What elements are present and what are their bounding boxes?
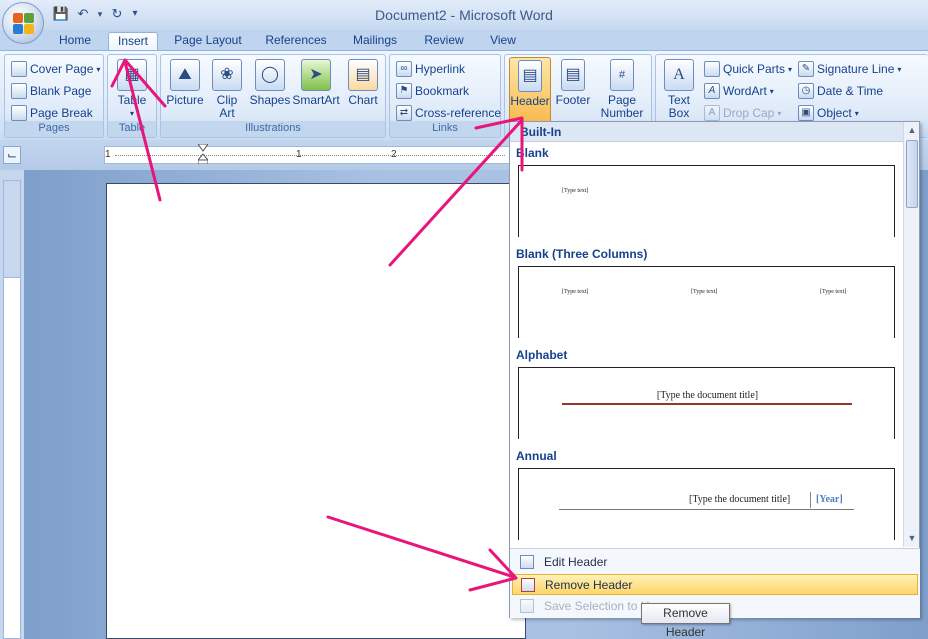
indent-marker-icon[interactable] <box>198 144 208 164</box>
links-group: ∞ Hyperlink ⚑ Bookmark ⇄ Cross-reference Li… <box>389 54 501 138</box>
shapes-button[interactable]: ◯ Shapes <box>249 57 291 125</box>
header-icon: ▤ <box>518 60 542 92</box>
office-logo-icon <box>13 13 35 35</box>
shapes-icon: ◯ <box>255 59 285 91</box>
tab-page-layout[interactable]: Page Layout <box>168 32 248 51</box>
scroll-down-icon[interactable]: ▼ <box>904 530 920 546</box>
blank-page-button[interactable]: Blank Page <box>11 81 91 101</box>
scroll-thumb[interactable] <box>906 140 918 208</box>
office-button[interactable] <box>2 2 44 44</box>
vertical-ruler-margin <box>3 180 21 278</box>
cover-page-icon <box>11 61 27 77</box>
tab-insert[interactable]: Insert <box>108 32 158 51</box>
page-number-button[interactable]: # Page Number <box>595 57 649 125</box>
object-button[interactable]: ▣ Object ▾ <box>798 103 859 123</box>
ruler-mark: 1 <box>105 149 111 160</box>
edit-header-icon <box>520 555 534 569</box>
remove-header-icon <box>521 578 535 592</box>
pages-group-label: Pages <box>5 121 103 136</box>
quick-parts-button[interactable]: Quick Parts ▾ <box>704 59 792 79</box>
drop-cap-button[interactable]: A Drop Cap ▾ <box>704 103 781 123</box>
smartart-icon: ➤ <box>301 59 331 91</box>
signature-line-button[interactable]: ✎ Signature Line ▾ <box>798 59 901 79</box>
hyperlink-icon: ∞ <box>396 61 412 77</box>
remove-header-menu-item[interactable]: Remove Header <box>512 574 918 595</box>
thumb-year: [Year] <box>816 494 843 505</box>
cover-page-button[interactable]: Cover Page ▾ <box>11 59 100 79</box>
gallery-scrollbar[interactable]: ▲ ▼ <box>903 122 919 547</box>
tab-view[interactable]: View <box>482 32 524 51</box>
cross-reference-button[interactable]: ⇄ Cross-reference <box>396 103 501 123</box>
picture-button[interactable]: ⛰ Picture <box>165 57 205 125</box>
thumb-rule <box>562 403 852 405</box>
table-button[interactable]: ▦ Table ▾ <box>111 57 153 125</box>
document-page[interactable] <box>106 183 526 639</box>
tab-review[interactable]: Review <box>416 32 472 51</box>
footer-icon: ▤ <box>561 59 585 91</box>
wordart-button[interactable]: A WordArt ▾ <box>704 81 774 101</box>
hyperlink-button[interactable]: ∞ Hyperlink <box>396 59 465 79</box>
page-break-icon <box>11 105 27 121</box>
window-title: Document2 - Microsoft Word <box>375 7 553 23</box>
signature-line-icon: ✎ <box>798 61 814 77</box>
text-box-button[interactable]: A Text Box <box>660 57 698 125</box>
header-option-blank[interactable]: [Type text] <box>518 165 895 237</box>
wordart-icon: A <box>704 83 720 99</box>
date-time-button[interactable]: ◷ Date & Time <box>798 81 883 101</box>
chart-icon: ▤ <box>348 59 378 91</box>
thumb-doc-title: [Type the document title] <box>689 494 791 505</box>
gallery-item-title: Blank (Three Columns) <box>516 247 648 261</box>
gallery-item-title: Blank <box>516 146 549 160</box>
scroll-up-icon[interactable]: ▲ <box>904 122 920 138</box>
tab-selector-icon[interactable]: ⌙ <box>3 146 21 164</box>
object-icon: ▣ <box>798 105 814 121</box>
tab-references[interactable]: References <box>258 32 334 51</box>
bookmark-button[interactable]: ⚑ Bookmark <box>396 81 469 101</box>
header-gallery: Built-In Blank [Type text] Blank (Three … <box>509 121 920 618</box>
links-group-label: Links <box>390 121 500 136</box>
tab-home[interactable]: Home <box>50 32 100 51</box>
horizontal-ruler[interactable]: 1 1 2 <box>104 146 510 164</box>
page-break-button[interactable]: Page Break <box>11 103 93 123</box>
date-time-icon: ◷ <box>798 83 814 99</box>
drop-cap-icon: A <box>704 105 720 121</box>
tables-group: ▦ Table ▾ Table <box>107 54 157 138</box>
tooltip: Remove Header <box>641 603 730 639</box>
gallery-section-header: Built-In <box>510 122 904 142</box>
thumb-rule <box>559 509 854 510</box>
smartart-button[interactable]: ➤ SmartArt <box>291 57 341 125</box>
chart-button[interactable]: ▤ Chart <box>343 57 383 125</box>
tables-group-label: Table <box>108 121 156 136</box>
thumb-doc-title: [Type the document title] <box>656 390 759 401</box>
header-option-alphabet[interactable]: [Type the document title] <box>518 367 895 439</box>
tab-mailings[interactable]: Mailings <box>344 32 406 51</box>
thumb-placeholder: [Type text] <box>562 289 589 295</box>
footer-button[interactable]: ▤ Footer <box>553 57 593 125</box>
header-option-annual[interactable]: [Type the document title] [Year] <box>518 468 895 540</box>
clip-art-icon: ❀ <box>212 59 242 91</box>
header-button[interactable]: ▤ Header <box>509 57 551 125</box>
ribbon-tabs: Home Insert Page Layout References Maili… <box>0 30 928 51</box>
save-selection-icon <box>520 599 534 613</box>
gallery-item-title: Alphabet <box>516 348 568 362</box>
blank-page-icon <box>11 83 27 99</box>
edit-header-menu-item[interactable]: Edit Header <box>512 552 918 573</box>
text-box-icon: A <box>664 59 694 91</box>
thumb-placeholder: [Type text] <box>691 289 718 295</box>
gallery-item-title: Annual <box>516 449 557 463</box>
thumb-placeholder: [Type text] <box>820 289 847 295</box>
pages-group: Cover Page ▾ Blank Page Page Break Pages <box>4 54 104 138</box>
page-number-icon: # <box>610 59 634 91</box>
picture-icon: ⛰ <box>170 59 200 91</box>
illustrations-group: ⛰ Picture ❀ Clip Art ◯ Shapes ➤ SmartArt… <box>160 54 386 138</box>
thumb-placeholder: [Type text] <box>562 188 589 194</box>
clip-art-button[interactable]: ❀ Clip Art <box>207 57 247 125</box>
cross-reference-icon: ⇄ <box>396 105 412 121</box>
illustrations-group-label: Illustrations <box>161 121 385 136</box>
table-icon: ▦ <box>117 59 147 91</box>
quick-parts-icon <box>704 61 720 77</box>
bookmark-icon: ⚑ <box>396 83 412 99</box>
header-option-blank-three-columns[interactable]: [Type text] [Type text] [Type text] <box>518 266 895 338</box>
